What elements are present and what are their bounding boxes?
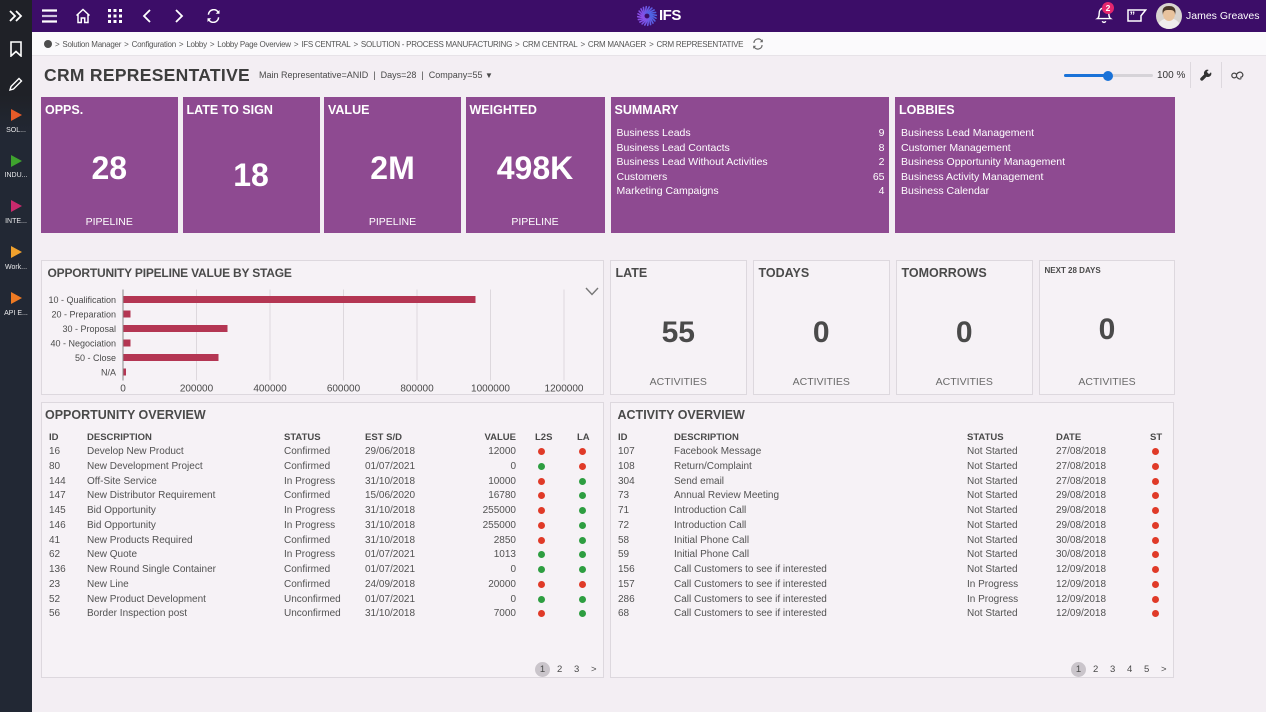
svg-text:0: 0 (120, 383, 126, 394)
svg-text:800000: 800000 (400, 383, 434, 394)
svg-text:400000: 400000 (253, 383, 287, 394)
svg-text:20 - Preparation: 20 - Preparation (51, 309, 116, 319)
svg-text:10 - Qualification: 10 - Qualification (48, 295, 116, 305)
svg-text:600000: 600000 (327, 383, 361, 394)
svg-text:1000000: 1000000 (471, 383, 510, 394)
svg-text:1200000: 1200000 (545, 383, 584, 394)
svg-text:N/A: N/A (101, 367, 116, 377)
svg-text:30 - Proposal: 30 - Proposal (62, 324, 116, 334)
svg-text:50 - Close: 50 - Close (75, 353, 116, 363)
svg-text:200000: 200000 (180, 383, 214, 394)
svg-text:”: ” (1130, 10, 1136, 22)
svg-text:40 - Negociation: 40 - Negociation (50, 338, 116, 348)
